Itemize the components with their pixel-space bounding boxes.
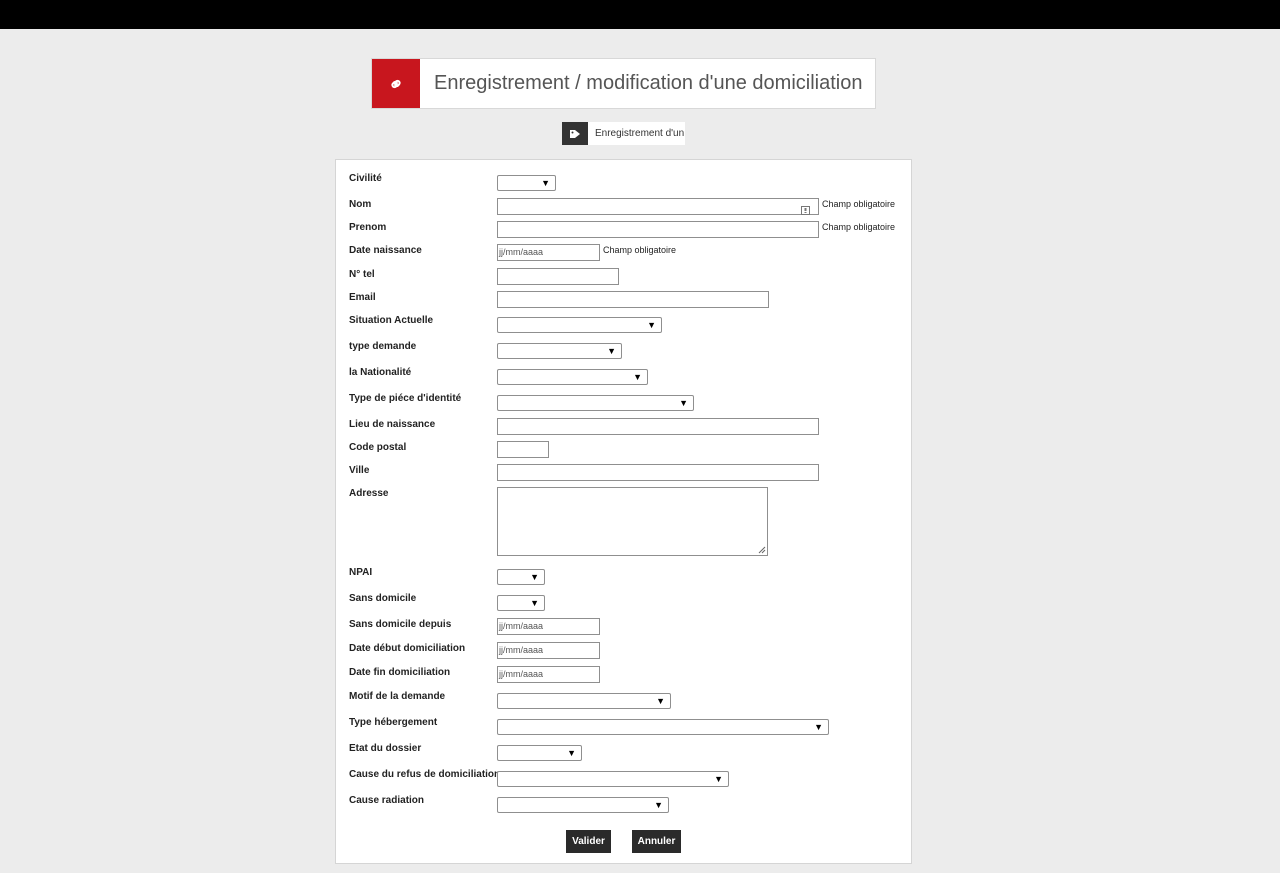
- npai-select[interactable]: ▼: [497, 569, 545, 585]
- nationalite-label: la Nationalité: [349, 367, 412, 378]
- chevron-down-icon: ▼: [607, 346, 616, 356]
- cause-refus-select[interactable]: ▼: [497, 771, 729, 787]
- prenom-label: Prenom: [349, 222, 387, 233]
- date-naissance-required-text: Champ obligatoire: [603, 245, 677, 255]
- situation-select[interactable]: ▼: [497, 317, 662, 333]
- code-postal-input[interactable]: [497, 441, 549, 458]
- sans-domicile-depuis-input[interactable]: jj/mm/aaaa: [497, 618, 600, 635]
- motif-label: Motif de la demande: [349, 691, 446, 702]
- prenom-input[interactable]: [497, 221, 819, 238]
- tag-icon: [562, 122, 588, 145]
- date-naissance-label: Date naissance: [349, 245, 422, 256]
- chevron-down-icon: ▼: [647, 320, 656, 330]
- prenom-required-text: Champ obligatoire: [822, 222, 896, 232]
- link-icon: [372, 59, 420, 108]
- cause-radiation-select[interactable]: ▼: [497, 797, 669, 813]
- autofill-icon: [801, 202, 810, 220]
- adresse-label: Adresse: [349, 488, 389, 499]
- nom-required-text: Champ obligatoire: [822, 199, 896, 209]
- nom-label: Nom: [349, 199, 372, 210]
- valider-button[interactable]: Valider: [566, 830, 611, 853]
- chevron-down-icon: ▼: [530, 598, 539, 608]
- email-label: Email: [349, 292, 376, 303]
- code-postal-label: Code postal: [349, 442, 407, 453]
- type-demande-select[interactable]: ▼: [497, 343, 622, 359]
- sans-domicile-depuis-label: Sans domicile depuis: [349, 619, 452, 630]
- date-naissance-input[interactable]: jj/mm/aaaa: [497, 244, 600, 261]
- chevron-down-icon: ▼: [656, 696, 665, 706]
- tag-text: Enregistrement d'un: [595, 128, 685, 139]
- sans-domicile-select[interactable]: ▼: [497, 595, 545, 611]
- tag-label: Enregistrement d'un: [562, 122, 685, 145]
- type-hebergement-select[interactable]: ▼: [497, 719, 829, 735]
- chevron-down-icon: ▼: [679, 398, 688, 408]
- civilite-select[interactable]: ▼: [497, 175, 556, 191]
- lieu-naissance-input[interactable]: [497, 418, 819, 435]
- etat-select[interactable]: ▼: [497, 745, 582, 761]
- cause-radiation-label: Cause radiation: [349, 795, 425, 806]
- chevron-down-icon: ▼: [530, 572, 539, 582]
- ville-input[interactable]: [497, 464, 819, 481]
- nom-input[interactable]: [497, 198, 819, 215]
- date-fin-label: Date fin domiciliation: [349, 667, 451, 678]
- chevron-down-icon: ▼: [567, 748, 576, 758]
- piece-select[interactable]: ▼: [497, 395, 694, 411]
- chevron-down-icon: ▼: [714, 774, 723, 784]
- chevron-down-icon: ▼: [633, 372, 642, 382]
- type-demande-label: type demande: [349, 341, 417, 352]
- chevron-down-icon: ▼: [654, 800, 663, 810]
- top-bar: [0, 0, 1280, 29]
- sans-domicile-label: Sans domicile: [349, 593, 417, 604]
- civilite-label: Civilité: [349, 173, 382, 184]
- date-debut-input[interactable]: jj/mm/aaaa: [497, 642, 600, 659]
- date-debut-label: Date début domiciliation: [349, 643, 466, 654]
- piece-label: Type de piéce d'identité: [349, 393, 462, 404]
- resize-grip-icon[interactable]: [758, 546, 766, 554]
- page-title: Enregistrement / modification d'une domi…: [434, 72, 863, 94]
- lieu-naissance-label: Lieu de naissance: [349, 419, 436, 430]
- npai-label: NPAI: [349, 567, 373, 578]
- adresse-textarea[interactable]: [497, 487, 768, 556]
- ville-label: Ville: [349, 465, 370, 476]
- annuler-button[interactable]: Annuler: [632, 830, 681, 853]
- etat-label: Etat du dossier: [349, 743, 422, 754]
- type-hebergement-label: Type hébergement: [349, 717, 438, 728]
- situation-label: Situation Actuelle: [349, 315, 434, 326]
- page-header: Enregistrement / modification d'une domi…: [371, 58, 876, 109]
- date-fin-input[interactable]: jj/mm/aaaa: [497, 666, 600, 683]
- email-input[interactable]: [497, 291, 769, 308]
- nationalite-select[interactable]: ▼: [497, 369, 648, 385]
- motif-select[interactable]: ▼: [497, 693, 671, 709]
- chevron-down-icon: ▼: [814, 722, 823, 732]
- cause-refus-label: Cause du refus de domiciliation: [349, 769, 501, 780]
- tel-input[interactable]: [497, 268, 619, 285]
- chevron-down-icon: ▼: [541, 178, 550, 188]
- tel-label: N° tel: [349, 269, 375, 280]
